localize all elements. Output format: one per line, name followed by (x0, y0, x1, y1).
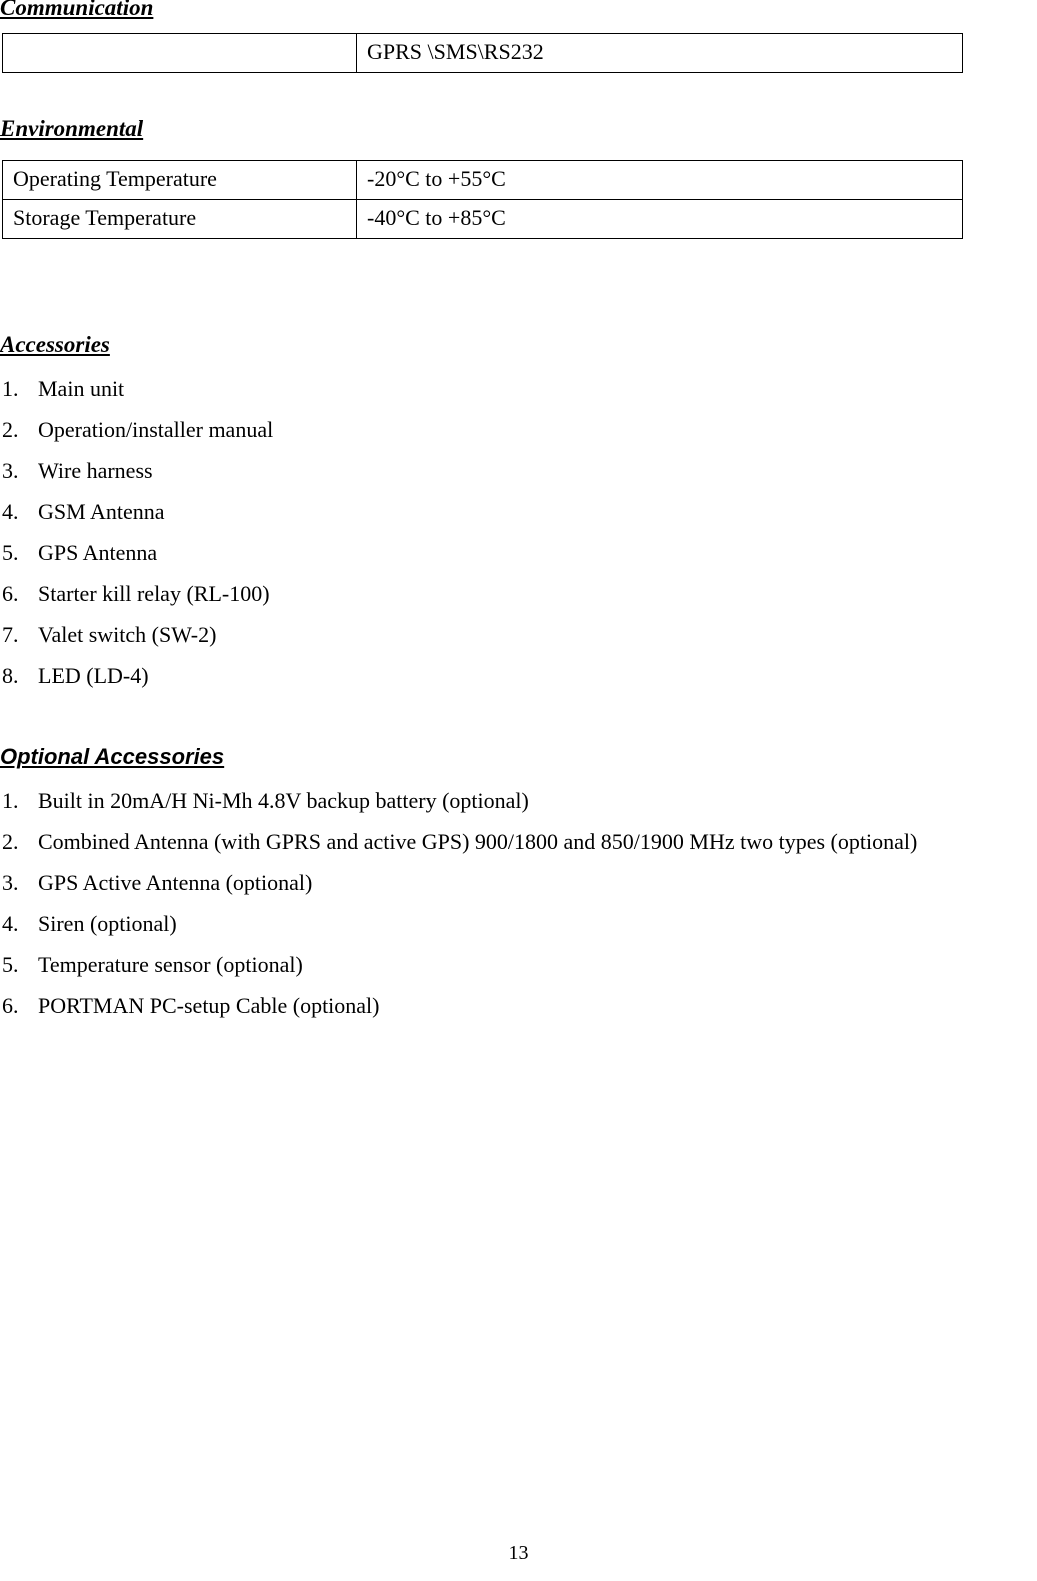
environmental-table: Operating Temperature -20°C to +55°C Sto… (2, 160, 963, 239)
list-item-number: 3. (2, 458, 19, 483)
table-cell-label: Operating Temperature (2, 160, 357, 200)
list-item-label: GPS Antenna (38, 540, 158, 565)
list-item-label: Built in 20mA/H Ni-Mh 4.8V backup batter… (38, 788, 529, 813)
list-item-number: 5. (2, 540, 19, 565)
list-item-number: 7. (2, 622, 19, 647)
section-heading-accessories: Accessories (0, 332, 110, 357)
list-item-label: Wire harness (38, 458, 153, 483)
table-row: Storage Temperature -40°C to +85°C (2, 199, 963, 239)
table-cell-value: -20°C to +55°C (356, 160, 963, 200)
table-cell-label: Storage Temperature (2, 199, 357, 239)
list-item-label: LED (LD-4) (38, 663, 149, 688)
list-item-label: GPS Active Antenna (optional) (38, 870, 313, 895)
list-item-label: Combined Antenna (with GPRS and active G… (38, 829, 918, 854)
list-item-number: 1. (2, 376, 19, 401)
list-item-label: Operation/installer manual (38, 417, 274, 442)
list-item-label: Starter kill relay (RL-100) (38, 581, 270, 606)
list-item-label: Main unit (38, 376, 125, 401)
list-item-number: 4. (2, 911, 19, 936)
list-item-label: Valet switch (SW-2) (38, 622, 217, 647)
table-cell-value: GPRS \SMS\RS232 (356, 33, 963, 73)
list-item-number: 5. (2, 952, 19, 977)
list-item-number: 2. (2, 417, 19, 442)
document-page: Communication GPRS \SMS\RS232 Environmen… (0, 0, 1037, 1581)
list-item-number: 4. (2, 499, 19, 524)
page-number: 13 (508, 1542, 529, 1564)
list-item-label: GSM Antenna (38, 499, 165, 524)
section-heading-environmental: Environmental (0, 116, 144, 141)
list-item-number: 1. (2, 788, 19, 813)
list-item-label: PORTMAN PC-setup Cable (optional) (38, 993, 380, 1018)
table-row: Operating Temperature -20°C to +55°C (2, 160, 963, 200)
table-cell-label (2, 33, 357, 73)
list-item-label: Temperature sensor (optional) (38, 952, 303, 977)
list-item-number: 2. (2, 829, 19, 854)
table-cell-value: -40°C to +85°C (356, 199, 963, 239)
section-heading-communication: Communication (0, 0, 154, 20)
communication-table: GPRS \SMS\RS232 (2, 33, 963, 73)
table-row: GPRS \SMS\RS232 (2, 33, 963, 73)
list-item-number: 3. (2, 870, 19, 895)
list-item-number: 6. (2, 993, 19, 1018)
section-heading-optional-accessories: Optional Accessories (0, 744, 225, 769)
list-item-label: Siren (optional) (38, 911, 177, 936)
list-item-number: 8. (2, 663, 19, 688)
list-item-number: 6. (2, 581, 19, 606)
